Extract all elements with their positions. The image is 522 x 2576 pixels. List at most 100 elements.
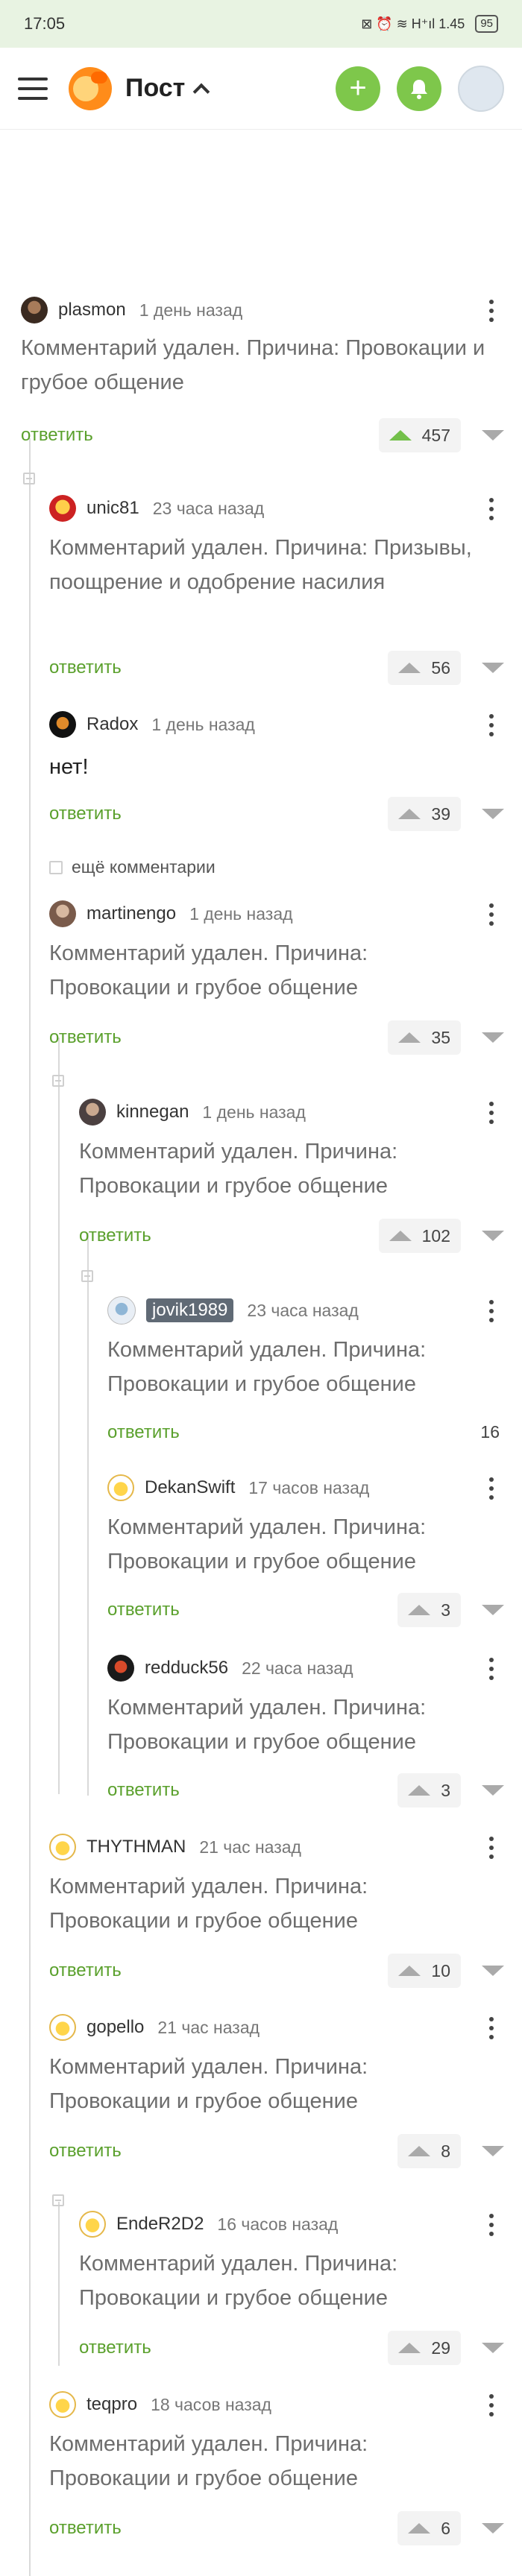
comment-time[interactable]: 23 часа назад bbox=[247, 1301, 358, 1321]
downvote-icon[interactable] bbox=[482, 1785, 504, 1796]
comment-author[interactable]: Radox bbox=[87, 714, 138, 735]
comment-time[interactable]: 1 день назад bbox=[151, 715, 254, 735]
upvote-icon[interactable] bbox=[398, 1032, 421, 1043]
vote-count: 6 bbox=[441, 2518, 450, 2538]
avatar[interactable] bbox=[107, 1474, 134, 1501]
comment-time[interactable]: 22 часа назад bbox=[242, 1658, 353, 1679]
comment-time[interactable]: 17 часов назад bbox=[248, 1478, 369, 1498]
comment-text: нет! bbox=[49, 755, 89, 779]
comment-author[interactable]: redduck56 bbox=[145, 1658, 228, 1679]
avatar[interactable] bbox=[49, 711, 76, 738]
reply-link[interactable]: ответить bbox=[79, 1225, 151, 1246]
downvote-icon[interactable] bbox=[482, 430, 504, 441]
reply-link[interactable]: ответить bbox=[49, 657, 122, 678]
reply-link[interactable]: ответить bbox=[107, 1600, 180, 1620]
collapse-toggle[interactable] bbox=[23, 473, 35, 484]
downvote-icon[interactable] bbox=[482, 1032, 504, 1043]
comment-header: martinengo 1 день назад bbox=[49, 899, 293, 929]
more-options-icon[interactable] bbox=[489, 1102, 494, 1124]
reply-link[interactable]: ответить bbox=[49, 2518, 122, 2539]
comment-author[interactable]: DekanSwift bbox=[145, 1477, 235, 1498]
comment-author[interactable]: EndeR2D2 bbox=[116, 2214, 204, 2235]
reply-link[interactable]: ответить bbox=[21, 425, 93, 446]
upvote-icon[interactable] bbox=[408, 1785, 431, 1796]
avatar[interactable] bbox=[79, 1099, 106, 1126]
reply-link[interactable]: ответить bbox=[49, 804, 122, 824]
comment-time[interactable]: 1 день назад bbox=[202, 1102, 305, 1123]
avatar[interactable] bbox=[107, 1655, 134, 1682]
comment-time[interactable]: 21 час назад bbox=[157, 2018, 260, 2038]
vote-count: 29 bbox=[431, 2337, 450, 2358]
more-options-icon[interactable] bbox=[489, 1658, 494, 1680]
upvote-icon[interactable] bbox=[408, 1605, 431, 1615]
pikabu-logo[interactable] bbox=[69, 66, 112, 110]
comment-author[interactable]: martinengo bbox=[87, 903, 176, 924]
notifications-button[interactable] bbox=[397, 66, 441, 111]
comment-author[interactable]: THYTHMAN bbox=[87, 1837, 186, 1857]
upvote-icon[interactable] bbox=[398, 663, 421, 673]
vote-controls: 29 bbox=[388, 2329, 504, 2367]
add-post-button[interactable]: + bbox=[336, 66, 380, 111]
reply-link[interactable]: ответить bbox=[49, 1960, 122, 1981]
comment-time[interactable]: 1 день назад bbox=[189, 904, 292, 924]
more-options-icon[interactable] bbox=[489, 498, 494, 520]
downvote-icon[interactable] bbox=[482, 663, 504, 673]
comment-text: Комментарий удален. Причина: Провокации … bbox=[49, 941, 368, 1000]
reply-link[interactable]: ответить bbox=[49, 1027, 122, 1048]
avatar[interactable] bbox=[49, 2014, 76, 2041]
avatar[interactable] bbox=[49, 2391, 76, 2418]
comment-author[interactable]: plasmon bbox=[58, 300, 126, 321]
downvote-icon[interactable] bbox=[482, 1605, 504, 1615]
comment-author[interactable]: unic81 bbox=[87, 498, 139, 519]
more-options-icon[interactable] bbox=[489, 2017, 494, 2039]
upvote-icon[interactable] bbox=[398, 1966, 421, 1976]
upvote-icon[interactable] bbox=[408, 2523, 431, 2534]
comment-author[interactable]: teqpro bbox=[87, 2394, 137, 2415]
upvote-icon[interactable] bbox=[398, 2343, 421, 2353]
upvote-icon[interactable] bbox=[408, 2146, 431, 2156]
comment-time[interactable]: 16 часов назад bbox=[217, 2214, 338, 2235]
more-options-icon[interactable] bbox=[489, 903, 494, 926]
reply-link[interactable]: ответить bbox=[49, 2141, 122, 2162]
upvote-icon[interactable] bbox=[389, 430, 412, 441]
page-title[interactable]: Пост bbox=[125, 74, 210, 103]
downvote-icon[interactable] bbox=[482, 2343, 504, 2353]
comment-time[interactable]: 1 день назад bbox=[139, 300, 242, 321]
more-options-icon[interactable] bbox=[489, 2214, 494, 2236]
collapse-toggle[interactable] bbox=[52, 1075, 64, 1087]
upvote-icon[interactable] bbox=[398, 809, 421, 819]
more-options-icon[interactable] bbox=[489, 714, 494, 736]
comment-time[interactable]: 23 часа назад bbox=[153, 499, 264, 519]
reply-link[interactable]: ответить bbox=[107, 1422, 180, 1443]
more-options-icon[interactable] bbox=[489, 1837, 494, 1859]
downvote-icon[interactable] bbox=[482, 1231, 504, 1241]
collapse-toggle[interactable] bbox=[81, 1270, 93, 1282]
more-options-icon[interactable] bbox=[489, 1477, 494, 1500]
downvote-icon[interactable] bbox=[482, 2523, 504, 2534]
comment-author[interactable]: kinnegan bbox=[116, 1102, 189, 1123]
downvote-icon[interactable] bbox=[482, 1966, 504, 1976]
avatar[interactable] bbox=[49, 495, 76, 522]
avatar[interactable] bbox=[107, 1296, 136, 1325]
reply-link[interactable]: ответить bbox=[79, 2337, 151, 2358]
more-options-icon[interactable] bbox=[489, 2394, 494, 2416]
more-options-icon[interactable] bbox=[489, 1300, 494, 1322]
reply-link[interactable]: ответить bbox=[107, 1780, 180, 1801]
downvote-icon[interactable] bbox=[482, 2146, 504, 2156]
more-comments-link[interactable]: ещё комментарии bbox=[49, 857, 216, 877]
menu-icon[interactable] bbox=[18, 77, 48, 100]
avatar[interactable] bbox=[49, 900, 76, 927]
avatar[interactable] bbox=[21, 297, 48, 323]
user-avatar[interactable] bbox=[458, 65, 504, 112]
collapse-toggle[interactable] bbox=[52, 2194, 64, 2206]
avatar[interactable] bbox=[79, 2211, 106, 2238]
comment-author[interactable]: jovik1989 bbox=[146, 1298, 234, 1322]
comment-time[interactable]: 21 час назад bbox=[199, 1837, 301, 1857]
comment-time[interactable]: 18 часов назад bbox=[151, 2395, 271, 2415]
comment-header: jovik1989 23 часа назад bbox=[107, 1295, 359, 1325]
comment-author[interactable]: gopello bbox=[87, 2017, 144, 2038]
avatar[interactable] bbox=[49, 1834, 76, 1860]
upvote-icon[interactable] bbox=[389, 1231, 412, 1241]
more-options-icon[interactable] bbox=[489, 300, 494, 322]
downvote-icon[interactable] bbox=[482, 809, 504, 819]
